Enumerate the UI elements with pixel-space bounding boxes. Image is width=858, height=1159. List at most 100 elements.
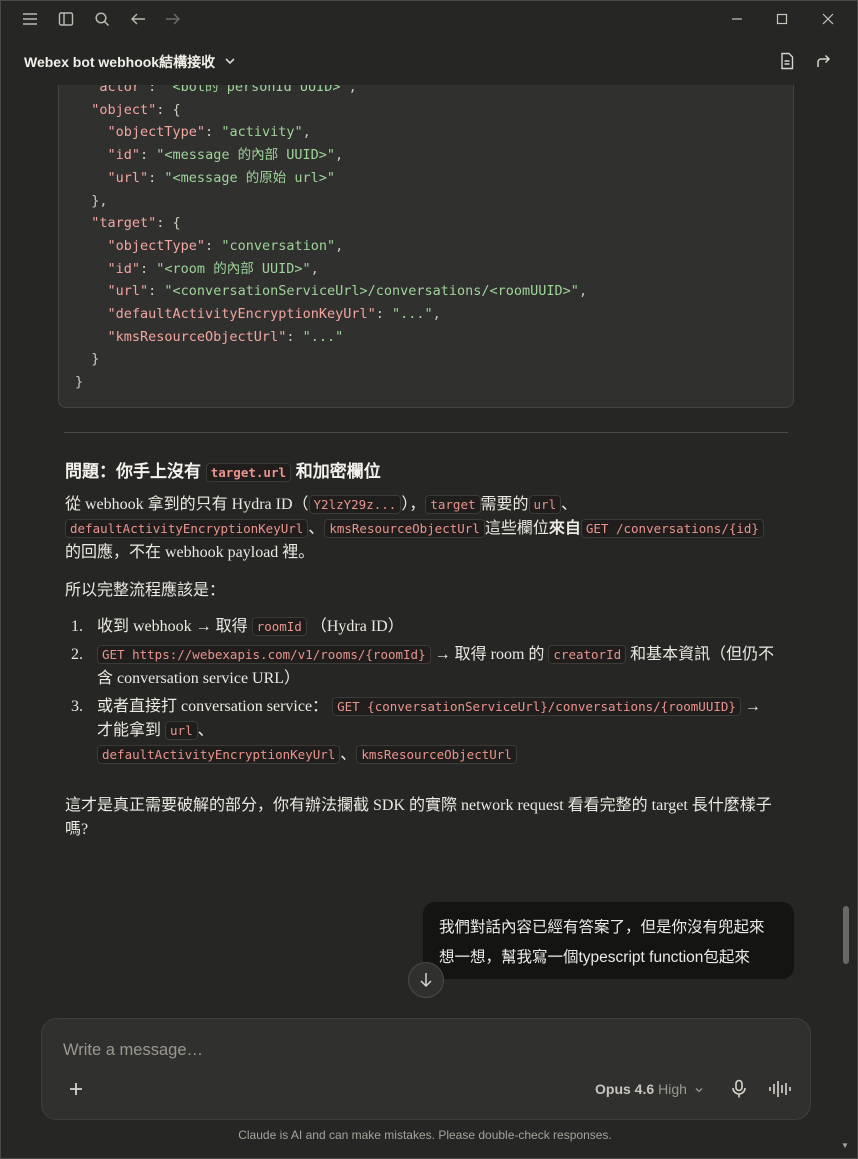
conversation-title[interactable]: Webex bot webhook結構接收 — [24, 52, 215, 72]
scrollbar-thumb[interactable] — [843, 906, 849, 964]
inline-code: target.url — [205, 463, 291, 482]
code-token: "<message 的原始 url>" — [164, 169, 335, 186]
message-composer: Write a message… Opus 4.6 High — [41, 1018, 811, 1120]
answer-paragraph-3: 這才是真正需要破解的部分，你有辦法攔截 SDK 的實際 network requ… — [65, 797, 772, 838]
minimize-icon[interactable] — [727, 9, 747, 29]
inline-code: creatorId — [548, 645, 627, 664]
code-line: "id": "<message 的內部 UUID>", — [75, 144, 587, 167]
microphone-icon[interactable] — [730, 1079, 750, 1099]
inline-code: GET https://webexapis.com/v1/rooms/{room… — [97, 645, 431, 664]
code-token: : — [148, 283, 165, 300]
close-icon[interactable] — [818, 9, 838, 29]
share-icon[interactable] — [813, 51, 833, 71]
app-window: "actor": "<bot的 personId UUID>", "object… — [0, 0, 858, 1159]
code-token: "defaultActivityEncryptionKeyUrl" — [75, 306, 376, 323]
inline-code: target — [425, 495, 481, 514]
scroll-to-bottom-button[interactable] — [408, 962, 444, 998]
conversation-header: Webex bot webhook結構接收 — [1, 37, 857, 85]
code-line: } — [75, 348, 587, 371]
code-line: } — [75, 371, 587, 394]
code-token: , — [432, 306, 441, 323]
steps-list: 1. 收到 webhook → 取得 roomId （Hydra ID） 2. … — [65, 615, 775, 771]
code-token: "id" — [75, 260, 141, 277]
inline-code: kmsResourceObjectUrl — [324, 519, 485, 538]
code-token: : { — [156, 215, 181, 232]
answer-paragraph-2: 所以完整流程應該是： — [65, 582, 226, 599]
code-token: }, — [75, 192, 108, 209]
list-item: 1. 收到 webhook → 取得 roomId （Hydra ID） — [71, 617, 404, 636]
user-message-line: 我們對話內容已經有答案了，但是你沒有兜起來 — [439, 919, 765, 936]
sidebar-toggle-icon[interactable] — [57, 10, 75, 28]
user-message-line: 想一想，幫我寫一個typescript function包起來 — [439, 949, 750, 966]
inline-code: url — [165, 721, 198, 740]
code-content: "actor": "<bot的 personId UUID>", "object… — [75, 76, 587, 394]
code-token: , — [578, 283, 588, 300]
user-message: 我們對話內容已經有答案了，但是你沒有兜起來 想一想，幫我寫一個typescrip… — [423, 902, 794, 979]
code-token: "id" — [75, 147, 141, 164]
code-token: "<room 的內部 UUID>" — [156, 260, 311, 277]
inline-code: kmsResourceObjectUrl — [356, 745, 517, 764]
maximize-icon[interactable] — [772, 9, 792, 29]
code-line: "url": "<conversationServiceUrl>/convers… — [75, 280, 588, 303]
code-token: , — [334, 147, 344, 164]
code-token: : — [205, 237, 222, 254]
code-token: "kmsResourceObjectUrl" — [75, 328, 287, 345]
code-token: : — [375, 306, 392, 323]
menu-icon[interactable] — [21, 10, 39, 28]
code-token: : — [286, 328, 303, 345]
chevron-down-icon[interactable] — [223, 54, 237, 68]
inline-code: Y2lzY29z... — [308, 495, 402, 514]
code-line: "objectType": "activity", — [75, 121, 587, 144]
inline-code: defaultActivityEncryptionKeyUrl — [65, 519, 309, 538]
code-token: "target" — [75, 215, 157, 232]
effort-level: High — [658, 1081, 687, 1097]
arrow-left-icon[interactable] — [129, 10, 147, 28]
search-icon[interactable] — [93, 10, 111, 28]
heading-text: 問題：你手上沒有 — [65, 462, 201, 481]
code-token: : — [148, 169, 165, 186]
chevron-down-icon — [695, 1088, 703, 1093]
code-line: }, — [75, 190, 587, 213]
code-token: : { — [156, 101, 181, 118]
divider — [64, 432, 788, 433]
section-heading: 問題：你手上沒有 target.url 和加密欄位 — [65, 457, 381, 482]
add-attachment-icon[interactable] — [66, 1079, 86, 1099]
code-token: , — [335, 237, 344, 254]
list-item: 2. GET https://webexapis.com/v1/rooms/{r… — [71, 645, 775, 687]
code-line: "url": "<message 的原始 url>" — [75, 167, 587, 190]
model-selector[interactable]: Opus 4.6 High — [595, 1081, 704, 1097]
inline-code: roomId — [251, 617, 307, 636]
code-line: "id": "<room 的內部 UUID>", — [75, 258, 587, 281]
code-token: "activity" — [221, 124, 303, 141]
arrow-down-icon — [420, 973, 432, 988]
disclaimer: Claude is AI and can make mistakes. Plea… — [238, 1128, 612, 1142]
code-line: "defaultActivityEncryptionKeyUrl": "..."… — [75, 303, 587, 326]
code-token: "<message 的內部 UUID>" — [156, 147, 335, 164]
code-block: "actor": "<bot的 personId UUID>", "object… — [58, 61, 794, 408]
scroll-down-arrow-icon[interactable]: ▼ — [841, 1141, 851, 1151]
code-token: "objectType" — [75, 124, 206, 141]
code-token: , — [310, 260, 319, 277]
code-token: "conversation" — [221, 237, 336, 254]
inline-code: url — [528, 495, 562, 514]
arrow-right-icon[interactable] — [164, 10, 182, 28]
heading-text: 和加密欄位 — [295, 462, 381, 481]
titlebar — [1, 1, 857, 37]
code-token: "..." — [302, 328, 344, 345]
code-token: : — [205, 124, 222, 141]
message-input[interactable]: Write a message… — [63, 1041, 203, 1060]
code-token: : — [140, 260, 157, 277]
document-icon[interactable] — [777, 51, 797, 71]
inline-code: defaultActivityEncryptionKeyUrl — [97, 745, 341, 764]
answer-paragraph-1: 從 webhook 拿到的只有 Hydra ID（ Y2lzY29z...）， ta… — [65, 493, 775, 565]
code-token: : — [140, 147, 157, 164]
code-token: "url" — [75, 169, 149, 186]
model-name: Opus 4.6 — [595, 1081, 655, 1097]
code-token: "objectType" — [75, 237, 206, 254]
code-token: } — [75, 351, 100, 368]
voice-mode-icon[interactable] — [768, 1079, 792, 1099]
list-item: 3. 或者直接打 conversation service： GET {conv… — [71, 697, 761, 764]
code-token: } — [75, 374, 84, 391]
code-token: "url" — [75, 283, 149, 300]
inline-code: GET /conversations/{id} — [580, 519, 764, 538]
